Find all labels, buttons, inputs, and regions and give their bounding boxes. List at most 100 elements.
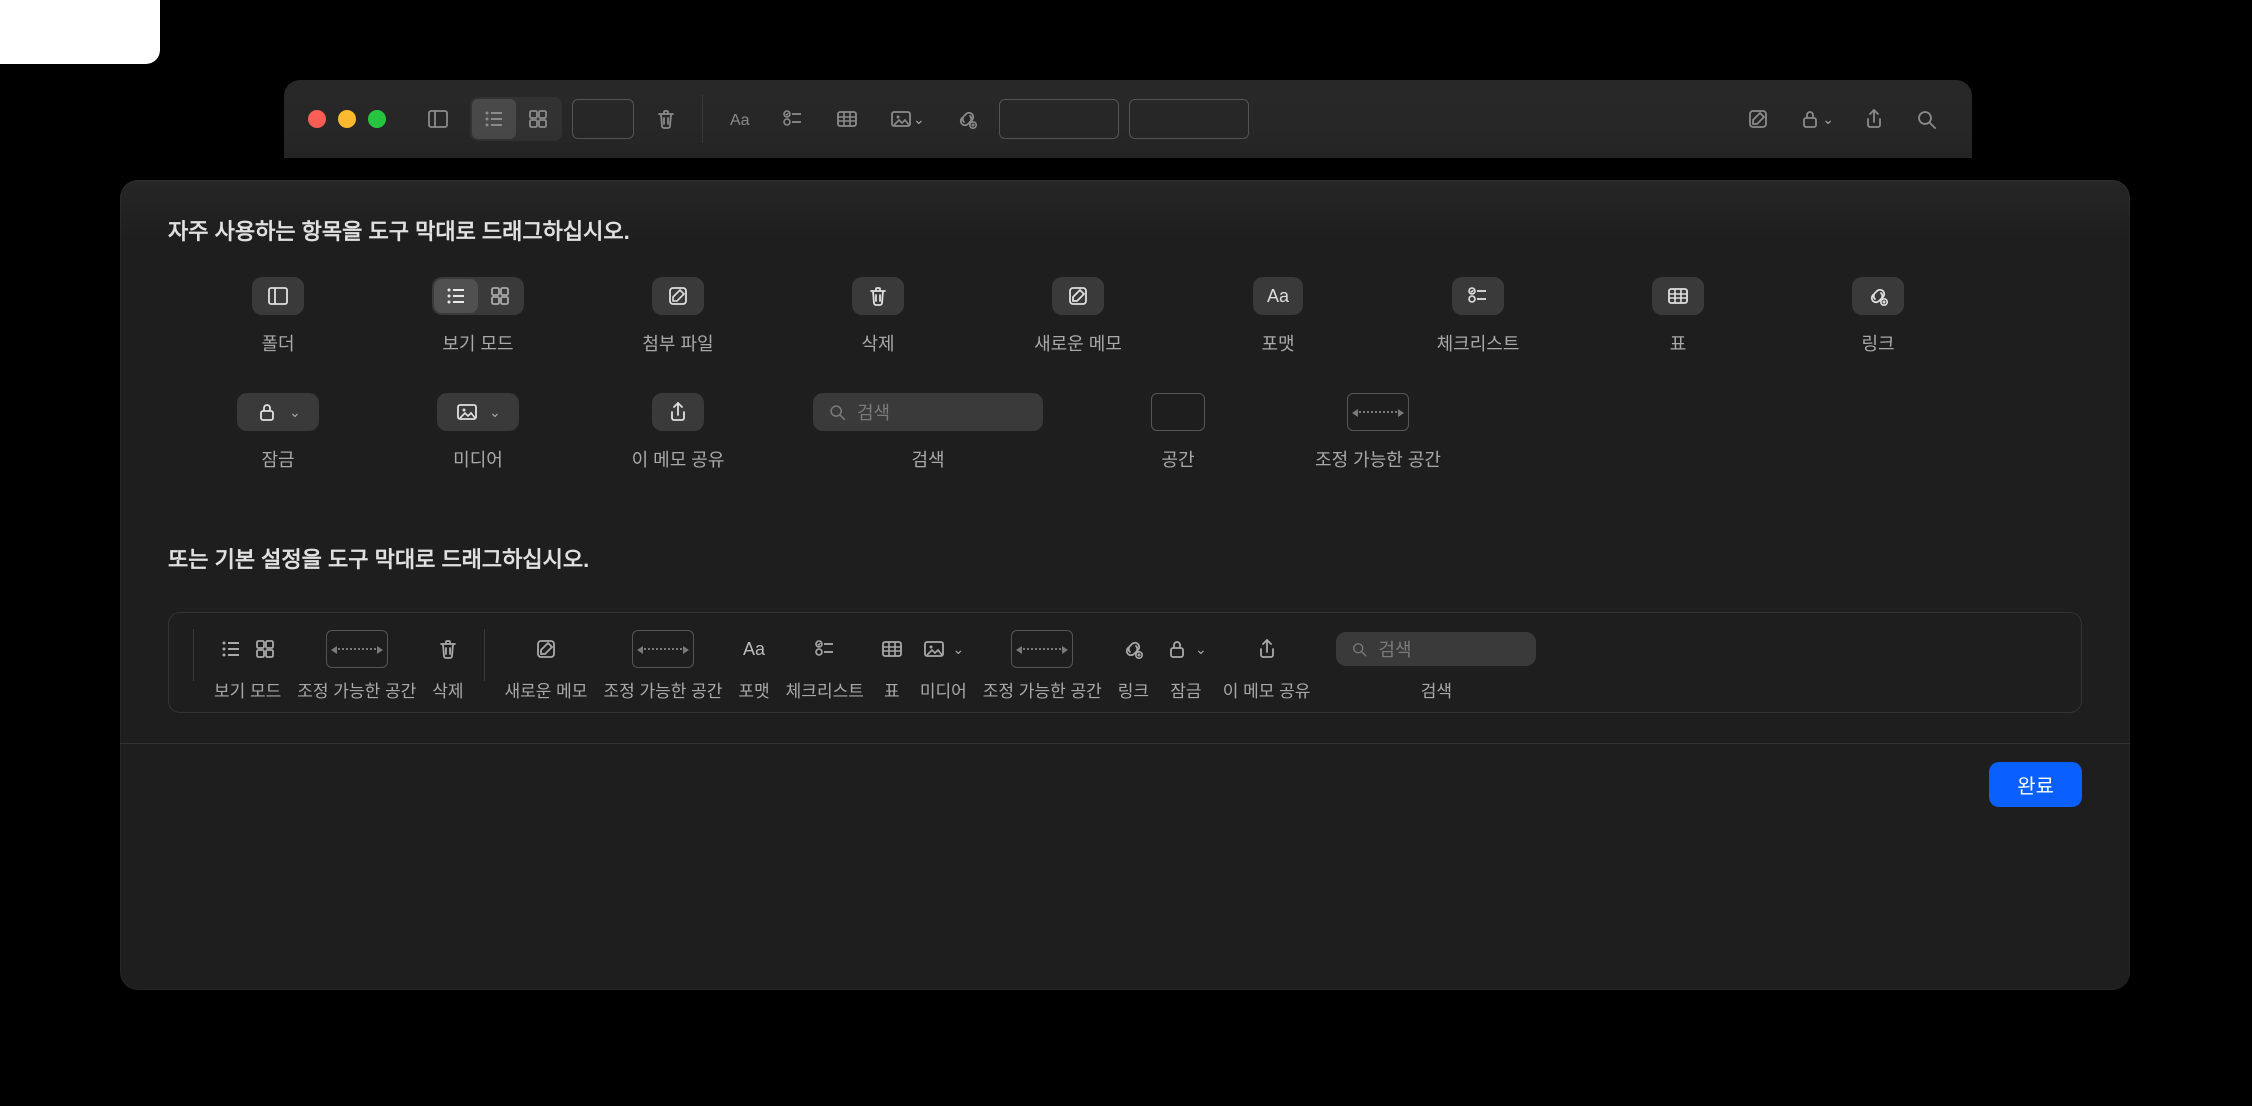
toggle-sidebar-button[interactable] [416,99,460,139]
default-toolbar-set[interactable]: 보기 모드 조정 가능한 공간 삭제 새로운 메모 조정 가능한 공간 Aa 포… [168,612,2082,713]
def-media[interactable]: ⌄ 미디어 [920,629,967,702]
chevron-down-icon: ⌄ [952,641,964,658]
favorites-heading: 자주 사용하는 항목을 도구 막대로 드래그하십시오. [168,214,2082,246]
def-flex-space-2[interactable]: 조정 가능한 공간 [603,629,722,702]
def-new-note[interactable]: 새로운 메모 [505,629,588,702]
def-lock[interactable]: ⌄ 잠금 [1165,629,1207,702]
toolbar-space-placeholder [999,99,1119,139]
chevron-down-icon: ⌄ [1195,641,1207,658]
delete-button[interactable] [644,99,688,139]
toolbar-items-palette: 폴더 보기 모드 첨부 파일 삭제 새로운 메모 Aa 포맷 [168,274,2082,482]
sheet-divider [120,743,2130,744]
def-search[interactable]: 검색 검색 [1326,629,1546,702]
item-label: 보기 모드 [442,330,513,356]
def-delete[interactable]: 삭제 [432,629,463,702]
def-format[interactable]: Aa 포맷 [738,629,769,702]
gallery-view-icon [253,637,277,661]
item-link[interactable]: 링크 [1808,274,1948,356]
item-lock[interactable]: ⌄ 잠금 [208,390,348,472]
item-attachments[interactable]: 첨부 파일 [608,274,748,356]
def-checklist[interactable]: 체크리스트 [786,629,864,702]
trash-icon [866,284,890,308]
zoom-window-button[interactable] [368,110,386,128]
def-flex-space-3[interactable]: 조정 가능한 공간 [983,629,1102,702]
done-button[interactable]: 완료 [1989,762,2082,807]
search-field-sample: 검색 [813,393,1043,431]
flexible-space-box-icon [1347,393,1409,431]
gallery-view-icon [478,279,522,313]
search-placeholder: 검색 [1378,636,1411,662]
trash-icon [436,637,460,661]
close-window-button[interactable] [308,110,326,128]
chevron-down-icon: ⌄ [289,404,301,421]
item-format[interactable]: Aa 포맷 [1208,274,1348,356]
item-label: 링크 [1861,330,1894,356]
item-label: 새로운 메모 [1034,330,1122,356]
compose-icon [534,637,558,661]
gallery-view-button[interactable] [516,99,560,139]
browser-corner-tab [0,0,160,64]
lock-icon [1165,637,1189,661]
flexible-space-box-icon [326,630,388,668]
def-link[interactable]: 링크 [1118,629,1149,702]
table-icon [1666,284,1690,308]
lock-icon [255,400,279,424]
def-view-mode[interactable]: 보기 모드 [214,629,281,702]
link-icon [1121,637,1145,661]
item-label: 검색 [911,446,944,472]
item-new-note[interactable]: 새로운 메모 [1008,274,1148,356]
search-placeholder: 검색 [857,399,890,425]
link-icon [1866,284,1890,308]
item-label: 폴더 [261,330,294,356]
minimize-window-button[interactable] [338,110,356,128]
item-space[interactable]: 공간 [1108,390,1248,472]
def-table[interactable]: 표 [880,629,904,702]
item-label: 조정 가능한 공간 [1315,446,1441,472]
item-label: 잠금 [261,446,294,472]
item-delete[interactable]: 삭제 [808,274,948,356]
share-icon [1255,637,1279,661]
def-share-note[interactable]: 이 메모 공유 [1223,629,1311,702]
divider [484,629,485,681]
toolbar-space-placeholder [572,99,634,139]
format-button[interactable] [717,99,761,139]
link-button[interactable] [945,99,989,139]
item-label: 삭제 [861,330,894,356]
item-search[interactable]: 검색 검색 [808,390,1048,472]
photo-icon [922,637,946,661]
list-view-icon [219,637,243,661]
app-toolbar: ⌄ ⌄ [284,80,1972,158]
item-label: 체크리스트 [1437,330,1520,356]
chevron-down-icon: ⌄ [489,404,501,421]
share-icon [666,400,690,424]
space-box-icon [1151,393,1205,431]
sheet-footer: 완료 [168,762,2082,807]
item-media[interactable]: ⌄ 미디어 [408,390,548,472]
new-note-button[interactable] [1736,99,1780,139]
photo-icon [455,400,479,424]
checklist-button[interactable] [771,99,815,139]
default-set-heading: 또는 기본 설정을 도구 막대로 드래그하십시오. [168,542,2082,574]
table-button[interactable] [825,99,869,139]
item-view-mode[interactable]: 보기 모드 [408,274,548,356]
search-button[interactable] [1904,99,1948,139]
table-icon [880,637,904,661]
flexible-space-box-icon [632,630,694,668]
item-table[interactable]: 표 [1608,274,1748,356]
lock-button[interactable]: ⌄ [1788,99,1844,139]
item-share-note[interactable]: 이 메모 공유 [608,390,748,472]
compose-icon [1066,284,1090,308]
flexible-space-box-icon [1011,630,1073,668]
media-button[interactable]: ⌄ [879,99,935,139]
list-view-button[interactable] [472,99,516,139]
search-icon [1350,640,1368,658]
item-flexible-space[interactable]: 조정 가능한 공간 [1308,390,1448,472]
view-mode-segmented[interactable] [470,97,562,141]
share-button[interactable] [1852,99,1896,139]
def-flex-space-1[interactable]: 조정 가능한 공간 [297,629,416,702]
item-label: 미디어 [453,446,503,472]
search-icon [827,402,847,422]
item-folder[interactable]: 폴더 [208,274,348,356]
checklist-icon [813,637,837,661]
item-checklist[interactable]: 체크리스트 [1408,274,1548,356]
